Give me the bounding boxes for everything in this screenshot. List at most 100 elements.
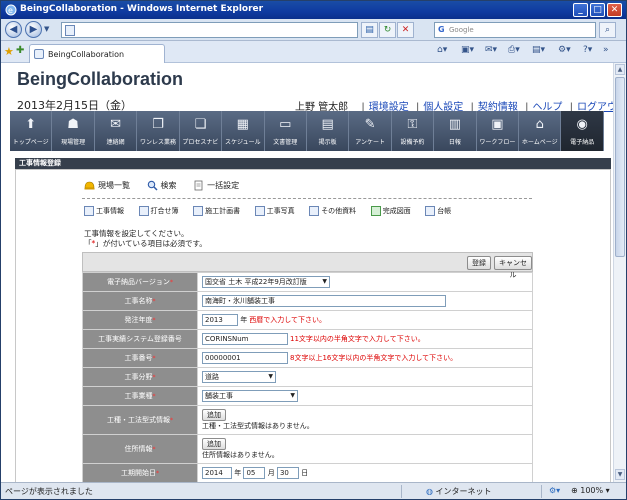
construction-plan-icon — [193, 206, 204, 216]
nav-item-9[interactable]: ⚿ 設備予約 — [392, 111, 435, 151]
mail-icon[interactable]: ✉▾ — [485, 45, 497, 55]
address-toolbar: ◀ ▶ ▼ ▤ ↻ ✕ G Google ⌕ — [1, 19, 626, 41]
subnav-construction-plan[interactable]: 施工計画書 — [193, 206, 240, 216]
nav-label: 日報 — [448, 139, 461, 146]
nav-label: スケジュール — [225, 139, 261, 146]
add-method-button[interactable]: 追加 — [202, 409, 226, 421]
home-icon[interactable]: ⌂▾ — [437, 45, 447, 55]
close-button[interactable]: ✕ — [607, 3, 622, 17]
nav-label: 連絡網 — [106, 139, 125, 146]
up-arrow-icon: ⬆ — [25, 116, 37, 132]
key-icon: ⚿ — [407, 116, 418, 132]
meeting-records-icon — [138, 206, 149, 216]
subnav-meeting-records[interactable]: 打合せ簿 — [138, 206, 179, 216]
number-note: 8文字以上16文字以内の半角文字で入力して下さい。 — [290, 354, 458, 362]
version-select[interactable]: 国交省 土木 平成22年9月改訂版 ▼ — [202, 276, 330, 288]
nav-label: プロセスナビ — [182, 139, 219, 146]
content-panel: 現場一覧 検索 一括設定 工事情報 打合せ簿 施工計画書 工事写真 その他資料 … — [15, 169, 611, 482]
type-select[interactable]: 舗装工事 ▼ — [202, 390, 298, 402]
construction-name-input[interactable]: 南海町・氷川舗装工事 — [202, 295, 446, 307]
maximize-button[interactable]: □ — [590, 3, 605, 17]
subnav-completion-drawings[interactable]: 完成図面 — [370, 206, 411, 216]
dropdown-arrow-icon: ▼ — [268, 373, 273, 380]
vertical-scrollbar[interactable]: ▲ ▼ — [613, 63, 626, 482]
nav-item-1[interactable]: ☗ 現場管理 — [52, 111, 95, 151]
form-table: 電子納品バージョン* 国交省 土木 平成22年9月改訂版 ▼ 工事名称* 南海町・… — [82, 272, 533, 482]
start-month-input[interactable]: 05 — [243, 467, 266, 479]
nav-label: 文書管理 — [273, 139, 298, 146]
add-favorite-icon[interactable]: ✚ — [16, 45, 24, 56]
method-label: 工種・工法型式情報 — [107, 416, 170, 424]
nav-item-4[interactable]: ❏ プロセスナビ — [180, 111, 223, 151]
corins-input[interactable]: CORINSNum — [202, 333, 288, 345]
nav-item-7[interactable]: ▤ 掲示板 — [307, 111, 350, 151]
refresh-button[interactable]: ↻ — [379, 22, 396, 38]
nav-item-2[interactable]: ✉ 連絡網 — [95, 111, 138, 151]
magnifier-icon — [147, 180, 158, 191]
globe-icon: ◍ — [426, 487, 433, 496]
browser-tab[interactable]: BeingCollaboration — [29, 44, 165, 63]
type-label: 工事業種 — [124, 392, 153, 400]
nav-item-12[interactable]: ⌂ ホームページ — [519, 111, 562, 151]
register-button[interactable]: 登録 — [467, 256, 491, 270]
construction-number-input[interactable]: 00000001 — [202, 352, 288, 364]
start-year-input[interactable]: 2014 — [202, 467, 232, 479]
back-button[interactable]: ◀ — [5, 21, 22, 38]
feeds-icon[interactable]: ▣▾ — [461, 45, 474, 55]
zoom-level[interactable]: ⊕ 100% ▾ — [571, 486, 610, 495]
tools-menu-icon[interactable]: ⚙▾ — [558, 45, 571, 55]
nav-item-3[interactable]: ❐ ワンレス業務 — [137, 111, 180, 151]
field-select[interactable]: 道路 ▼ — [202, 371, 276, 383]
form-header: 登録 キャンセル — [82, 252, 533, 279]
history-dropdown-icon[interactable]: ▼ — [44, 25, 49, 33]
cancel-button[interactable]: キャンセル — [494, 256, 532, 279]
form-row: 住所情報* 追加 住所情報はありません。 — [82, 434, 533, 464]
tab-page-icon — [34, 49, 44, 59]
address-input[interactable] — [61, 22, 358, 38]
window-title: BeingCollaboration - Windows Internet Ex… — [20, 4, 264, 14]
site-list-link[interactable]: 現場一覧 — [84, 180, 130, 191]
nav-item-13[interactable]: ◉ 電子納品 — [561, 111, 604, 151]
nav-label: トップページ — [12, 139, 49, 146]
help-icon[interactable]: ?▾ — [583, 45, 592, 55]
nav-item-8[interactable]: ✎ アンケート — [349, 111, 392, 151]
subnav-construction-info[interactable]: 工事情報 — [84, 206, 124, 216]
scroll-up-icon[interactable]: ▲ — [615, 64, 625, 75]
subnav-other-documents[interactable]: その他資料 — [309, 206, 356, 216]
divider — [82, 198, 532, 199]
start-day-input[interactable]: 30 — [276, 467, 299, 479]
forward-button[interactable]: ▶ — [25, 21, 42, 38]
search-button[interactable]: ⌕ — [599, 22, 616, 38]
nav-item-5[interactable]: ▦ スケジュール — [222, 111, 265, 151]
corins-label: 工事実績システム登録番号 — [98, 335, 182, 343]
compat-view-button[interactable]: ▤ — [361, 22, 378, 38]
scroll-down-icon[interactable]: ▼ — [615, 469, 625, 480]
page-viewport: BeingCollaboration 2013年2月15日（金） 上野 管太郎 … — [1, 63, 613, 482]
nav-item-6[interactable]: ▭ 文書管理 — [265, 111, 307, 151]
board-icon: ▤ — [321, 116, 334, 132]
nav-item-0[interactable]: ⬆ トップページ — [10, 111, 53, 151]
cd-folder-icon: ◉ — [576, 116, 588, 132]
year-input[interactable]: 2013 — [202, 314, 238, 326]
print-icon[interactable]: ⎙▾ — [508, 45, 520, 55]
nav-item-11[interactable]: ▣ ワークフロー — [477, 111, 520, 151]
minimize-button[interactable]: _ — [573, 3, 588, 17]
search-placeholder: Google — [449, 26, 474, 34]
scroll-thumb[interactable] — [615, 77, 625, 257]
bulk-settings-link[interactable]: 一括設定 — [193, 180, 239, 191]
search-link[interactable]: 検索 — [147, 180, 177, 191]
nav-item-10[interactable]: ▥ 日報 — [434, 111, 477, 151]
favorites-star-icon[interactable]: ★ — [4, 45, 14, 58]
add-address-button[interactable]: 追加 — [202, 438, 226, 450]
year-label: 発注年度 — [124, 316, 153, 324]
subnav-ledger[interactable]: 台帳 — [425, 206, 451, 216]
workflow-icon: ▣ — [491, 116, 504, 132]
stop-button[interactable]: ✕ — [397, 22, 414, 38]
search-input[interactable]: G Google — [434, 22, 596, 38]
page-menu-icon[interactable]: ▤▾ — [532, 45, 545, 55]
folder-icon: ▭ — [279, 116, 292, 132]
form-row: 工事番号* 00000001 8文字以上16文字以内の半角文字で入力して下さい。 — [82, 348, 533, 368]
protected-mode-icon[interactable]: ⚙▾ — [549, 486, 560, 495]
subnav-construction-photos[interactable]: 工事写真 — [254, 206, 295, 216]
toolbar-chevron-icon[interactable]: » — [603, 45, 609, 55]
